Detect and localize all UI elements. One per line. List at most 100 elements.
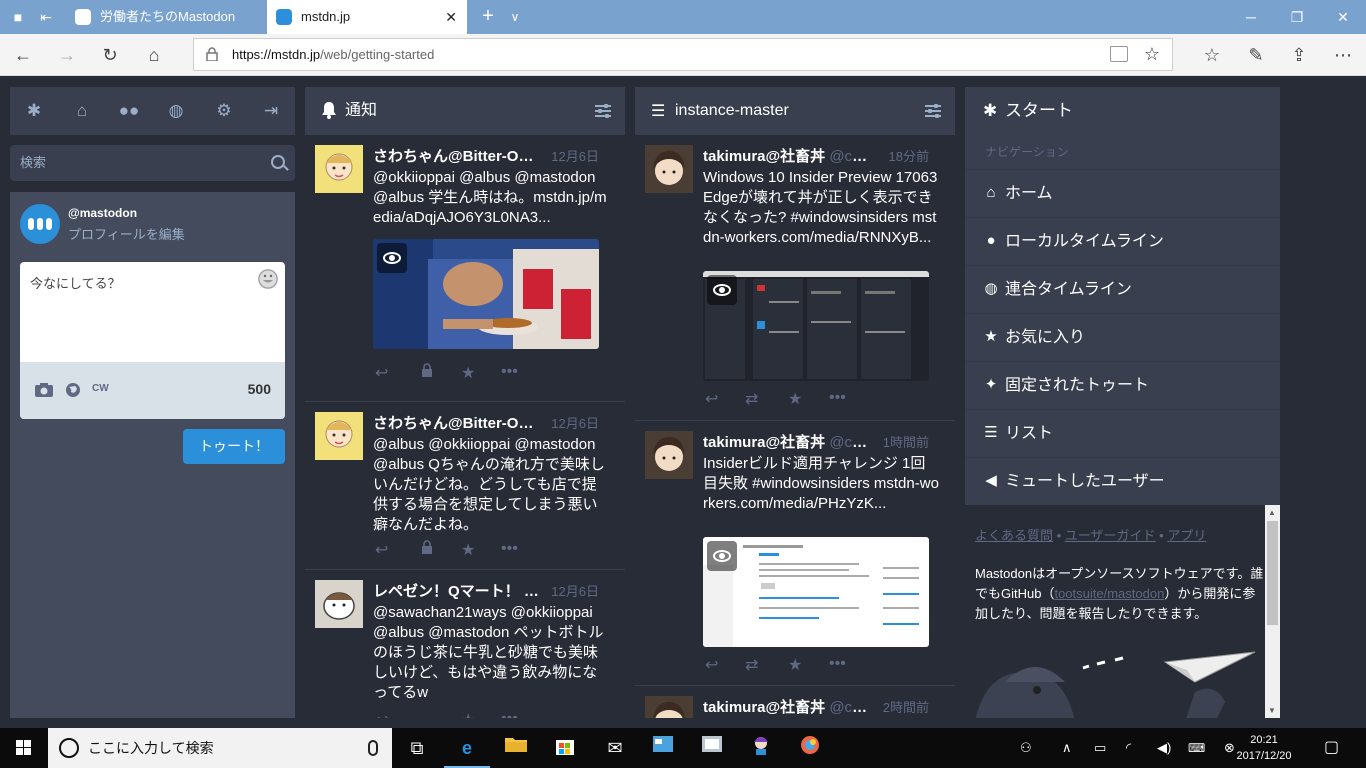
media-attachment[interactable] [703,537,929,647]
menu-item-home[interactable]: ⌂ ホーム [965,169,1280,217]
new-tab-button[interactable]: + [474,0,502,34]
apps-link[interactable]: アプリ [1167,528,1206,543]
boost-icon[interactable]: ⇄ [745,389,758,409]
toot-button[interactable]: トゥート！ [183,429,285,464]
reply-icon[interactable]: ↩ [705,389,718,409]
system-clock[interactable]: 20:21 2017/12/20 [1234,732,1294,764]
app-character-icon[interactable] [746,734,776,762]
menu-item-muted-users[interactable]: ◀ ミュートしたユーザー [965,457,1280,505]
avatar[interactable] [315,412,363,460]
minimize-button[interactable]: ─ [1228,0,1274,34]
menu-item-favourites[interactable]: ★ お気に入り [965,313,1280,361]
taskbar-search-box[interactable]: ここに入力して検索 [48,728,392,768]
avatar[interactable] [645,431,693,479]
account-handle[interactable]: @mastodon [68,206,137,220]
status-time[interactable]: 18分前 [889,146,929,165]
notification-status[interactable]: レペゼン！Qマート！ @... 12月6日 @sawachan21ways @o… [305,570,625,718]
notification-status[interactable]: さわちゃん@Bitter-Oran 12月6日 @albus @okkiiopp… [305,402,625,570]
column-scrollbar[interactable]: ▲ ▼ [1265,505,1280,718]
home-icon[interactable]: ⌂ [139,40,169,70]
eye-hide-media-icon[interactable] [707,541,737,571]
close-window-button[interactable]: ✕ [1320,0,1366,34]
address-bar[interactable]: https://mstdn.jp/web/getting-started ☆ [193,38,1173,71]
avatar[interactable] [645,696,693,718]
store-icon[interactable] [550,734,580,762]
back-arrow-icon[interactable]: ← [8,40,38,70]
menu-item-lists[interactable]: ☰ リスト [965,409,1280,457]
status-time[interactable]: 12月6日 [551,146,599,165]
display-name[interactable]: さわちゃん@Bitter-Oran [373,145,539,166]
menu-item-pinned-toots[interactable]: ✦ 固定されたトゥート [965,361,1280,409]
more-menu-icon[interactable]: ⋯ [1328,40,1358,70]
favourite-star-icon[interactable]: ★ [461,540,475,560]
refresh-icon[interactable]: ↻ [95,40,125,70]
status-time[interactable]: 2時間前 [883,697,929,716]
share-icon[interactable]: ⇪ [1284,40,1314,70]
github-link[interactable]: tootsuite/mastodon [1054,586,1164,601]
tab-mstdn-jp[interactable]: mstdn.jp ✕ [267,0,467,34]
task-view-icon[interactable]: ⧉ [402,734,432,762]
avatar[interactable] [315,580,363,628]
avatar[interactable] [20,204,60,244]
forward-arrow-icon[interactable]: → [52,40,82,70]
menu-item-local-timeline[interactable]: ● ローカルタイムライン [965,217,1280,265]
edit-profile-link[interactable]: プロフィールを編集 [68,224,185,243]
column-settings-sliders-icon[interactable] [595,104,611,118]
tabs-aside-icon[interactable]: ⇤ [36,7,56,27]
keyboard-icon[interactable]: ⌨ [1188,728,1205,768]
user-guide-link[interactable]: ユーザーガイド [1065,528,1156,543]
more-ellipsis-icon[interactable]: ••• [829,655,846,673]
reply-icon[interactable]: ↩ [375,363,388,383]
tab-manager-icon[interactable]: ■ [8,7,28,27]
reply-icon[interactable]: ↩ [705,655,718,675]
more-ellipsis-icon[interactable]: ••• [829,389,846,407]
file-explorer-icon[interactable] [501,734,531,762]
wifi-icon[interactable]: ◜ [1126,728,1131,768]
status-time[interactable]: 12月6日 [551,413,599,432]
scroll-up-arrow-icon[interactable]: ▲ [1268,508,1276,517]
action-center-icon[interactable]: ▢ [1324,728,1339,768]
reading-view-icon[interactable] [1110,46,1128,62]
favourite-star-icon[interactable]: ★ [788,655,802,675]
content-warning-button[interactable]: CW [92,383,109,394]
reply-all-icon[interactable]: ↩ [375,710,388,718]
display-name[interactable]: レペゼン！Qマート！ @... [373,580,539,601]
logout-icon[interactable]: ⇥ [259,99,283,123]
favourite-star-icon[interactable]: ★ [788,389,802,409]
eye-hide-media-icon[interactable] [377,243,407,273]
display-name[interactable]: takimura@社畜丼 @cv_k... [703,145,869,166]
app-photos-icon[interactable] [697,734,727,762]
tab-preview-chevron-icon[interactable]: ∨ [504,0,526,34]
mail-icon[interactable]: ✉ [600,734,630,762]
timeline-status[interactable]: takimura@社畜丼 @cv_k... 2時間前 [635,686,955,718]
close-tab-icon[interactable]: ✕ [445,0,457,34]
battery-icon[interactable]: ▭ [1094,728,1106,768]
scroll-down-arrow-icon[interactable]: ▼ [1268,706,1276,715]
notification-status[interactable]: さわちゃん@Bitter-Oran 12月6日 @okkiioppai @alb… [305,135,625,402]
menu-item-federated-timeline[interactable]: ◍ 連合タイムライン [965,265,1280,313]
reply-all-icon[interactable]: ↩ [375,540,388,560]
volume-icon[interactable]: ◀) [1157,728,1171,768]
pen-web-note-icon[interactable]: ✎ [1241,40,1271,70]
scrollbar-thumb[interactable] [1267,521,1278,625]
favourite-star-icon[interactable]: ★ [461,710,475,718]
windows-start-icon[interactable] [0,728,48,768]
avatar[interactable] [645,145,693,193]
privacy-globe-icon[interactable] [65,382,81,401]
favorites-hub-icon[interactable]: ☆ [1197,40,1227,70]
search-input[interactable]: 検索 [10,145,295,181]
people-icon[interactable]: ⚇ [1020,728,1032,768]
eye-hide-media-icon[interactable] [707,275,737,305]
edge-browser-icon[interactable]: e [444,734,490,768]
display-name[interactable]: takimura@社畜丼 @cv_k... [703,696,869,717]
show-hidden-icons-icon[interactable]: ∧ [1062,728,1072,768]
restore-button[interactable]: ❐ [1274,0,1320,34]
column-settings-sliders-icon[interactable] [925,104,941,118]
display-name[interactable]: さわちゃん@Bitter-Oran [373,412,539,433]
tab-rodosha-mastodon[interactable]: 労働者たちのMastodon [66,0,266,34]
favourite-star-icon[interactable]: ★ [461,363,475,383]
media-attachment[interactable] [373,239,599,349]
more-ellipsis-icon[interactable]: ••• [501,540,518,558]
app-blue-window-icon[interactable] [648,734,678,762]
local-timeline-users-icon[interactable]: ●● [117,99,141,123]
